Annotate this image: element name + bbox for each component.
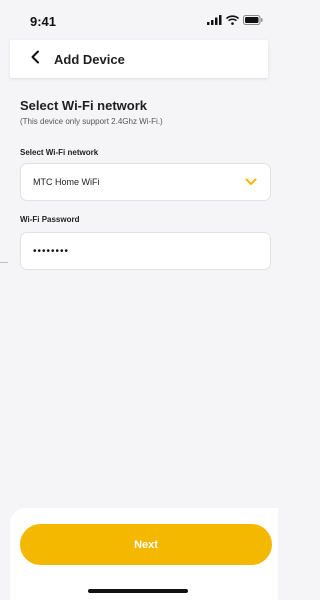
wifi-icon: [225, 12, 240, 30]
wifi-password-value: ••••••••: [33, 245, 70, 257]
battery-icon: [243, 12, 263, 30]
page-title: Add Device: [54, 51, 125, 67]
wifi-network-label: Select Wi-Fi network: [20, 148, 99, 157]
section-title: Select Wi-Fi network: [20, 98, 148, 113]
wifi-password-field[interactable]: ••••••••: [20, 232, 271, 270]
wifi-password-label: Wi-Fi Password: [20, 215, 80, 224]
app-header: Add Device: [10, 40, 268, 78]
status-bar: 9:41: [0, 0, 278, 40]
chevron-down-icon: [244, 175, 258, 189]
back-button[interactable]: [22, 46, 48, 72]
home-indicator: [88, 589, 188, 593]
status-icons: [207, 15, 263, 27]
status-time: 9:41: [30, 14, 57, 29]
divider: [0, 262, 8, 263]
chevron-left-icon: [30, 50, 40, 69]
next-button[interactable]: Next: [20, 524, 272, 565]
wifi-network-select[interactable]: MTC Home WiFi: [20, 163, 271, 201]
next-button-label: Next: [134, 538, 158, 551]
wifi-network-value: MTC Home WiFi: [33, 177, 100, 187]
section-note: (This device only support 2.4Ghz Wi-Fi.): [20, 117, 163, 126]
signal-icon: [207, 12, 222, 30]
